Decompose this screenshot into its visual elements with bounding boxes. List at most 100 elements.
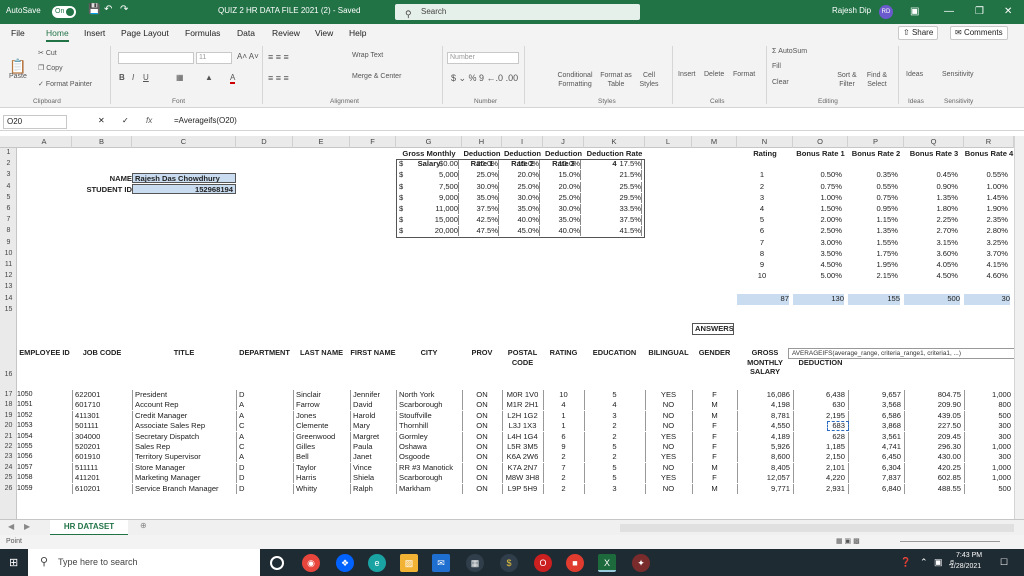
employee-cell[interactable]: Store Manager: [132, 462, 233, 473]
employee-cell[interactable]: Associate Sales Rep: [132, 421, 233, 432]
row-header-23[interactable]: 23: [0, 453, 17, 460]
row-header-10[interactable]: 10: [0, 250, 17, 257]
task-view-icon[interactable]: [270, 556, 284, 570]
employee-cell[interactable]: 6,586: [848, 410, 901, 421]
sort-filter-button[interactable]: Sort & Filter: [832, 71, 862, 89]
student-id-cell[interactable]: 152968194: [132, 184, 236, 194]
column-header-e[interactable]: E: [293, 136, 350, 148]
employee-cell[interactable]: Territory Supervisor: [132, 452, 233, 463]
employee-cell[interactable]: Marketing Manager: [132, 473, 233, 484]
bonus-cell[interactable]: 4: [737, 204, 787, 214]
employee-cell[interactable]: 1,000: [964, 442, 1011, 452]
employee-id-cell[interactable]: 1055: [17, 442, 57, 452]
horizontal-scrollbar[interactable]: [620, 524, 1014, 532]
employee-cell[interactable]: F: [692, 442, 734, 452]
employee-cell[interactable]: F: [692, 421, 734, 432]
bonus-cell[interactable]: 1.35%: [848, 226, 898, 236]
employee-cell[interactable]: M: [692, 483, 734, 494]
employee-cell[interactable]: 3,868: [848, 421, 901, 432]
employee-cell[interactable]: 5: [584, 473, 642, 484]
insert-cells-button[interactable]: Insert: [678, 71, 696, 78]
row-header-17[interactable]: 17: [0, 391, 17, 398]
row-header-1[interactable]: 1: [0, 149, 17, 156]
answer-cell[interactable]: 155: [848, 293, 900, 305]
employee-cell[interactable]: 430.00: [904, 452, 961, 463]
format-as-table-button[interactable]: Format as Table: [596, 71, 636, 89]
copy-button[interactable]: ❐ Copy: [38, 64, 63, 72]
employee-cell[interactable]: Clemente: [293, 421, 347, 432]
bonus-cell[interactable]: 1.00%: [793, 193, 842, 203]
mail-icon[interactable]: ✉: [432, 554, 450, 572]
row-header-12[interactable]: 12: [0, 272, 17, 279]
row-header-11[interactable]: 11: [0, 261, 17, 268]
edge-icon[interactable]: e: [368, 554, 386, 572]
employee-cell[interactable]: Harold: [350, 410, 393, 421]
employee-cell[interactable]: 439.05: [904, 410, 961, 421]
employee-cell[interactable]: Stouffville: [396, 410, 459, 421]
employee-cell[interactable]: 5: [584, 462, 642, 473]
cancel-icon[interactable]: ✕: [98, 116, 105, 125]
employee-cell[interactable]: 5,926: [737, 442, 790, 452]
app-red-icon[interactable]: ■: [566, 554, 584, 572]
bonus-cell[interactable]: 7: [737, 238, 787, 248]
employee-cell[interactable]: C: [236, 421, 290, 432]
employee-cell[interactable]: L5R 3M5: [502, 442, 540, 452]
bonus-cell[interactable]: 0.55%: [964, 170, 1008, 180]
excel-taskbar-icon[interactable]: X: [598, 554, 616, 572]
cut-button[interactable]: ✂ Cut: [38, 49, 57, 57]
format-painter-button[interactable]: ✓ Format Painter: [38, 80, 92, 88]
employee-cell[interactable]: Paula: [350, 442, 393, 452]
row-header-4[interactable]: 4: [0, 183, 17, 190]
employee-cell[interactable]: 630: [793, 400, 845, 411]
row-header-22[interactable]: 22: [0, 443, 17, 450]
employee-cell[interactable]: D: [236, 390, 290, 400]
employee-id-cell[interactable]: 1059: [17, 484, 57, 494]
employee-cell[interactable]: 9,771: [737, 483, 790, 494]
student-name-cell[interactable]: Rajesh Das Chowdhury: [132, 173, 236, 183]
employee-cell[interactable]: 12,057: [737, 473, 790, 484]
row-header-8[interactable]: 8: [0, 227, 17, 234]
employee-cell[interactable]: Greenwood: [293, 431, 347, 442]
employee-cell[interactable]: Taylor: [293, 462, 347, 473]
bonus-cell[interactable]: 4.50%: [793, 260, 842, 270]
employee-cell[interactable]: F: [692, 431, 734, 442]
employee-cell[interactable]: 411201: [72, 473, 129, 484]
employee-cell[interactable]: ON: [462, 483, 499, 494]
employee-cell[interactable]: 601910: [72, 452, 129, 463]
employee-cell[interactable]: K7A 2N7: [502, 462, 540, 473]
clock-date[interactable]: 1/28/2021: [950, 563, 981, 570]
employee-cell[interactable]: L9P 5H9: [502, 483, 540, 494]
bonus-cell[interactable]: 1.50%: [793, 204, 842, 214]
employee-cell[interactable]: 304000: [72, 431, 129, 442]
close-icon[interactable]: ✕: [1004, 6, 1012, 17]
share-button[interactable]: ⇧ Share: [898, 26, 939, 40]
employee-cell[interactable]: 209.90: [904, 400, 961, 411]
column-header-i[interactable]: I: [502, 136, 543, 148]
employee-id-cell[interactable]: 1054: [17, 432, 57, 442]
redo-icon[interactable]: ↷: [120, 4, 128, 15]
store-icon[interactable]: ▦: [466, 554, 484, 572]
column-header-c[interactable]: C: [132, 136, 236, 148]
bonus-cell[interactable]: 2.50%: [793, 226, 842, 236]
employee-cell[interactable]: 2,150: [793, 452, 845, 463]
employee-cell[interactable]: 7,837: [848, 473, 901, 484]
restore-icon[interactable]: ❐: [975, 6, 984, 17]
employee-cell[interactable]: ON: [462, 400, 499, 411]
employee-cell[interactable]: 1,000: [964, 473, 1011, 484]
bonus-cell[interactable]: 3.50%: [793, 249, 842, 259]
vertical-scrollbar[interactable]: [1014, 136, 1024, 519]
employee-cell[interactable]: 2: [543, 473, 581, 484]
employee-cell[interactable]: Whitty: [293, 483, 347, 494]
employee-cell[interactable]: 9,657: [848, 390, 901, 400]
view-icons[interactable]: ▦ ▣ ▩: [836, 537, 860, 545]
zoom-slider[interactable]: [900, 541, 1000, 542]
employee-cell[interactable]: 5: [584, 390, 642, 400]
network-icon[interactable]: ▣: [934, 557, 943, 568]
employee-cell[interactable]: L4H 1G4: [502, 431, 540, 442]
bonus-cell[interactable]: 5.00%: [793, 271, 842, 281]
employee-cell[interactable]: L2H 1G2: [502, 410, 540, 421]
employee-cell[interactable]: Mary: [350, 421, 393, 432]
employee-cell[interactable]: Janet: [350, 452, 393, 463]
employee-cell[interactable]: 3,561: [848, 431, 901, 442]
tab-insert[interactable]: Insert: [84, 28, 105, 38]
